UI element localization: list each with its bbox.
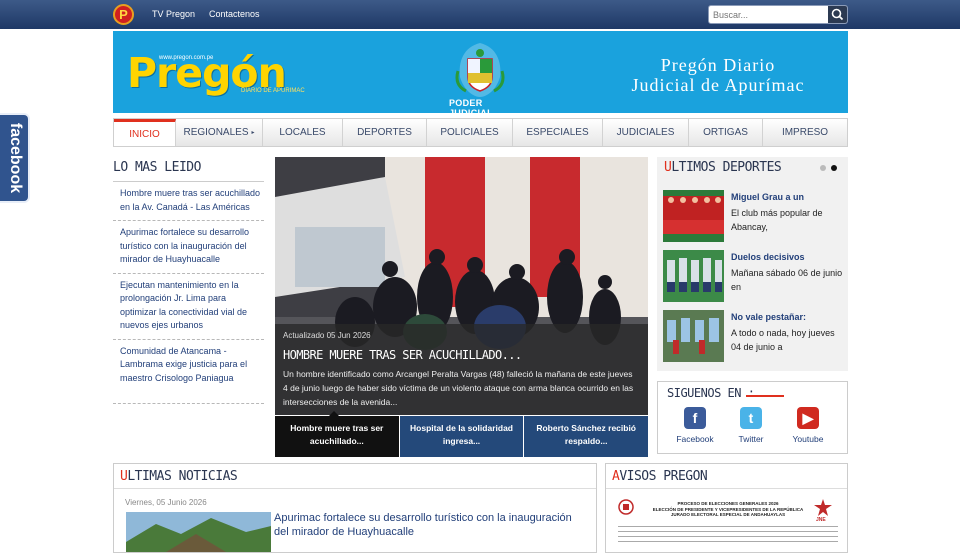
facebook-side-tab[interactable]: facebook: [0, 113, 30, 203]
nav-policiales[interactable]: POLICIALES: [427, 119, 513, 146]
twitter-icon[interactable]: t: [740, 407, 762, 429]
facebook-side-tab-label: facebook: [7, 122, 24, 194]
contactenos-link[interactable]: Contactenos: [209, 9, 260, 19]
onpe-seal-icon: [618, 499, 634, 515]
featured-tab-1[interactable]: Hombre muere tras ser acuchillado...: [275, 416, 399, 457]
youtube-icon[interactable]: ▶: [797, 407, 819, 429]
deporte-title-1[interactable]: Miguel Grau a un: [731, 192, 804, 202]
nav-judiciales[interactable]: JUDICIALES: [603, 119, 689, 146]
top-bar: P TV Pregon Contactenos: [0, 0, 960, 29]
deporte-item-2[interactable]: Duelos decisivos Mañana sábado 06 de jun…: [657, 247, 848, 307]
featured-overlay: Actualizado 05 Jun 2026 HOMBRE MUERE TRA…: [275, 324, 648, 415]
list-item[interactable]: Hombre muere tras ser acuchillado en la …: [113, 182, 264, 221]
noticia-thumb[interactable]: [126, 512, 271, 552]
deporte-desc-1: El club más popular de Abancay,: [731, 208, 823, 232]
facebook-icon[interactable]: f: [684, 407, 706, 429]
brand-subtitle: DIARIO DE APURIMAC: [241, 88, 305, 94]
deportes-title: ULTIMOS DEPORTES: [664, 160, 782, 175]
slider-dot-2[interactable]: [831, 165, 837, 171]
noticia-headline[interactable]: Apurimac fortalece su desarrollo turísti…: [274, 511, 589, 539]
featured-title[interactable]: HOMBRE MUERE TRAS SER ACUCHILLADO...: [283, 348, 522, 362]
list-item[interactable]: Comunidad de Atancama - Lambrama exige j…: [113, 340, 264, 404]
nav-regionales-label: REGIONALES: [183, 127, 249, 138]
deporte-title-2[interactable]: Duelos decisivos: [731, 252, 805, 262]
main-nav: INICIO REGIONALES ▸ LOCALES DEPORTES POLI…: [113, 118, 848, 147]
deporte-thumb-1: [663, 190, 724, 242]
noticias-title-rest: LTIMAS NOTICIAS: [127, 469, 238, 484]
mas-leido-title: LO MAS LEIDO: [113, 160, 201, 175]
tab-pointer: [329, 411, 339, 416]
deporte-item-1[interactable]: Miguel Grau a un El club más popular de …: [657, 187, 848, 247]
list-item[interactable]: Apurimac fortalece su desarrollo turísti…: [113, 221, 264, 274]
avisos-title-rest: VISOS PREGON: [619, 469, 708, 484]
search-icon: [831, 8, 844, 21]
chevron-down-icon: ▸: [251, 130, 255, 136]
jne-logo-icon: [814, 499, 832, 516]
facebook-link[interactable]: Facebook: [670, 434, 720, 444]
nav-locales[interactable]: LOCALES: [263, 119, 343, 146]
mas-leido-list: Hombre muere tras ser acuchillado en la …: [113, 182, 264, 404]
nav-regionales[interactable]: REGIONALES ▸: [176, 119, 263, 146]
banner-title-line2: Judicial de Apurímac: [631, 75, 805, 95]
featured-tabs: Hombre muere tras ser acuchillado... Hos…: [275, 416, 649, 457]
deporte-thumb-3: [663, 310, 724, 362]
youtube-link[interactable]: Youtube: [783, 434, 833, 444]
jne-label: JNE: [816, 517, 826, 523]
list-item[interactable]: Ejecutan mantenimiento en la prolongació…: [113, 274, 264, 340]
poder-judicial-label: PODER JUDICIAL: [449, 98, 493, 118]
nav-inicio[interactable]: INICIO: [114, 119, 176, 146]
deporte-desc-3: A todo o nada, hoy jueves 04 de junio a: [731, 328, 835, 352]
search-box: [708, 5, 848, 24]
social-box: SIGUENOS EN : f Facebook t Twitter ▶ You…: [657, 381, 848, 454]
poder-judicial-crest-icon: [455, 43, 505, 97]
featured-summary: Un hombre identificado como Arcangel Per…: [283, 369, 634, 407]
slider-dot-1[interactable]: [820, 165, 826, 171]
featured-date: Actualizado 05 Jun 2026: [283, 331, 371, 340]
aviso-line3: JURADO ELECTORAL ESPECIAL DE ANDAHUAYLAS: [670, 512, 786, 517]
nav-ortigas[interactable]: ORTIGAS: [689, 119, 763, 146]
featured-story[interactable]: Actualizado 05 Jun 2026 HOMBRE MUERE TRA…: [275, 157, 648, 415]
aviso-header[interactable]: PROCESO DE ELECCIONES GENERALES 2026 ELE…: [638, 501, 818, 518]
header-banner[interactable]: www.pregon.com.pe Pregón DIARIO DE APURI…: [113, 31, 848, 118]
nav-deportes[interactable]: DEPORTES: [343, 119, 427, 146]
deporte-thumb-2: [663, 250, 724, 302]
nav-especiales[interactable]: ESPECIALES: [513, 119, 603, 146]
pregon-logo-icon[interactable]: P: [113, 4, 134, 25]
aviso-body-text: [618, 524, 838, 546]
banner-title: Pregón Diario Judicial de Apurímac: [603, 55, 833, 95]
nav-impreso[interactable]: IMPRESO: [763, 119, 847, 146]
deporte-item-3[interactable]: No vale pestañar: A todo o nada, hoy jue…: [657, 307, 848, 367]
featured-tab-3[interactable]: Roberto Sánchez recibió respaldo...: [524, 416, 649, 457]
noticias-title: ULTIMAS NOTICIAS: [114, 464, 596, 489]
search-input[interactable]: [713, 9, 828, 21]
deportes-title-rest: LTIMOS DEPORTES: [671, 160, 782, 175]
featured-tab-2[interactable]: Hospital de la solidaridad ingresa...: [399, 416, 524, 457]
social-title: SIGUENOS EN :: [667, 386, 755, 400]
twitter-link[interactable]: Twitter: [726, 434, 776, 444]
noticia-date: Viernes, 05 Junio 2026: [125, 498, 207, 507]
deporte-title-3[interactable]: No vale pestañar:: [731, 312, 806, 322]
deporte-desc-2: Mañana sábado 06 de junio en: [731, 268, 843, 292]
divider: [746, 395, 784, 397]
banner-title-line1: Pregón Diario: [660, 55, 776, 75]
search-button[interactable]: [828, 6, 847, 23]
avisos-title: AVISOS PREGON: [606, 464, 847, 489]
tv-pregon-link[interactable]: TV Pregon: [152, 9, 195, 19]
